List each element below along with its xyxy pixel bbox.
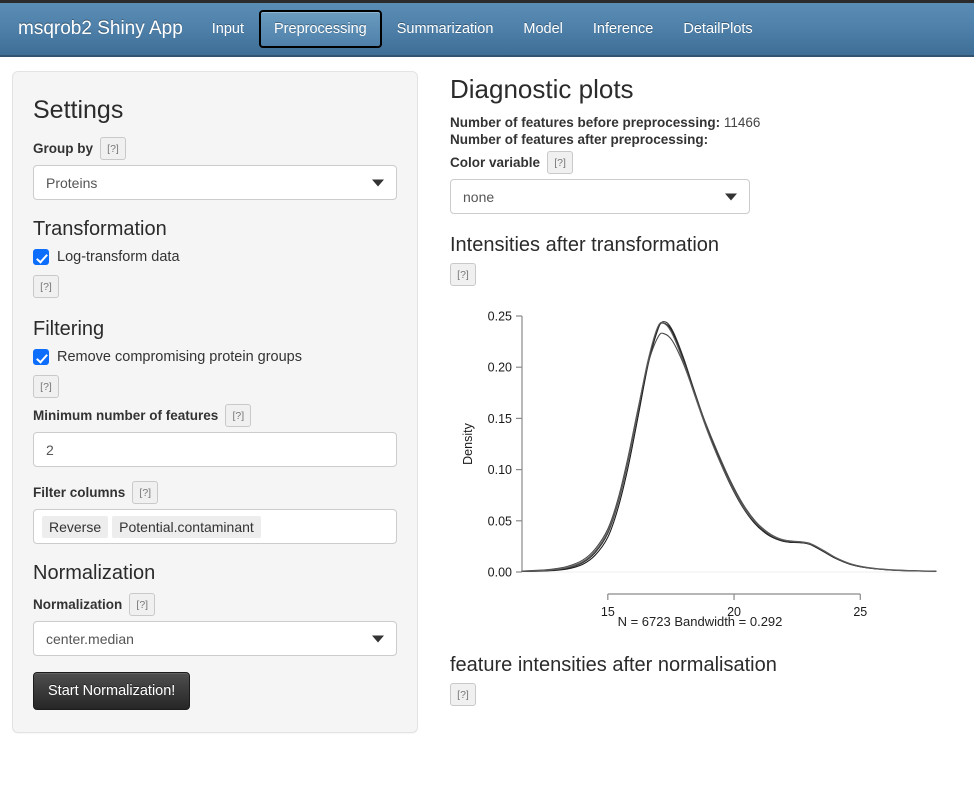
remove-compromising-row[interactable]: Remove compromising protein groups — [33, 349, 397, 365]
group-by-help-icon[interactable]: [?] — [100, 137, 126, 160]
min-features-help-icon[interactable]: [?] — [225, 404, 251, 427]
normalization-label-row: Normalization [?] — [33, 593, 397, 616]
nav-item-input[interactable]: Input — [197, 10, 259, 48]
color-variable-value: none — [463, 189, 494, 205]
page-body: Settings Group by [?] Proteins Transform… — [0, 57, 974, 733]
filter-columns-tag[interactable]: Reverse — [42, 516, 108, 538]
group-by-select[interactable]: Proteins — [33, 165, 397, 200]
log-transform-row[interactable]: Log-transform data — [33, 249, 397, 265]
svg-text:0.25: 0.25 — [488, 310, 512, 324]
start-normalization-button[interactable]: Start Normalization! — [33, 672, 190, 710]
filtering-help-icon[interactable]: [?] — [33, 375, 59, 398]
nav-item-model[interactable]: Model — [508, 10, 578, 48]
plot1-title: Intensities after transformation — [450, 234, 962, 257]
features-after-label: Number of features after preprocessing: — [450, 132, 708, 147]
transformation-help-icon[interactable]: [?] — [33, 275, 59, 298]
color-variable-select[interactable]: none — [450, 179, 750, 214]
filter-columns-label-row: Filter columns [?] — [33, 481, 397, 504]
filter-columns-label: Filter columns — [33, 485, 125, 500]
log-transform-label: Log-transform data — [57, 249, 180, 265]
normalization-label: Normalization — [33, 597, 122, 612]
min-features-value: 2 — [46, 442, 54, 458]
svg-text:0.20: 0.20 — [488, 361, 512, 375]
color-variable-label: Color variable — [450, 155, 540, 170]
app-brand: msqrob2 Shiny App — [0, 18, 197, 40]
page-title: Diagnostic plots — [450, 74, 962, 105]
nav-item-summarization[interactable]: Summarization — [382, 10, 509, 48]
plot1-help-icon[interactable]: [?] — [450, 263, 476, 286]
remove-compromising-checkbox[interactable] — [33, 349, 49, 365]
settings-title: Settings — [33, 96, 397, 125]
svg-text:0.10: 0.10 — [488, 463, 512, 477]
chevron-down-icon — [725, 193, 737, 200]
svg-text:0.15: 0.15 — [488, 412, 512, 426]
density-plot-svg: 0.000.050.100.150.200.25152025Density — [450, 302, 950, 632]
navbar: msqrob2 Shiny App Input Preprocessing Su… — [0, 0, 974, 57]
nav-item-detailplots[interactable]: DetailPlots — [668, 10, 767, 48]
filtering-heading: Filtering — [33, 318, 397, 341]
color-variable-label-row: Color variable [?] — [450, 151, 962, 174]
svg-text:0.00: 0.00 — [488, 566, 512, 580]
nav-items: Input Preprocessing Summarization Model … — [197, 3, 768, 55]
features-before-value: 11466 — [724, 115, 761, 130]
color-variable-help-icon[interactable]: [?] — [547, 151, 573, 174]
group-by-value: Proteins — [46, 175, 97, 191]
features-before-label: Number of features before preprocessing: — [450, 115, 720, 130]
normalization-select[interactable]: center.median — [33, 621, 397, 656]
plot2-title: feature intensities after normalisation — [450, 654, 962, 677]
nav-item-preprocessing[interactable]: Preprocessing — [259, 10, 382, 48]
svg-text:0.05: 0.05 — [488, 514, 512, 528]
nav-item-inference[interactable]: Inference — [578, 10, 668, 48]
plot2-help-icon[interactable]: [?] — [450, 683, 476, 706]
transformation-heading: Transformation — [33, 218, 397, 241]
chevron-down-icon — [372, 635, 384, 642]
normalization-value: center.median — [46, 631, 134, 647]
features-before-stat: Number of features before preprocessing:… — [450, 115, 962, 130]
density-plot: 0.000.050.100.150.200.25152025Density N … — [450, 302, 950, 632]
filter-columns-input[interactable]: Reverse Potential.contaminant — [33, 509, 397, 544]
density-plot-caption: N = 6723 Bandwidth = 0.292 — [450, 614, 950, 629]
filter-columns-tag[interactable]: Potential.contaminant — [112, 516, 261, 538]
normalization-heading: Normalization — [33, 562, 397, 585]
min-features-label-row: Minimum number of features [?] — [33, 404, 397, 427]
min-features-input[interactable]: 2 — [33, 432, 397, 467]
log-transform-checkbox[interactable] — [33, 249, 49, 265]
features-after-stat: Number of features after preprocessing: — [450, 132, 962, 147]
filter-columns-help-icon[interactable]: [?] — [132, 481, 158, 504]
group-by-label: Group by — [33, 141, 93, 156]
svg-text:Density: Density — [461, 422, 475, 464]
chevron-down-icon — [372, 179, 384, 186]
min-features-label: Minimum number of features — [33, 408, 218, 423]
diagnostic-plots-panel: Diagnostic plots Number of features befo… — [418, 71, 962, 706]
remove-compromising-label: Remove compromising protein groups — [57, 349, 302, 365]
group-by-label-row: Group by [?] — [33, 137, 397, 160]
settings-panel: Settings Group by [?] Proteins Transform… — [12, 71, 418, 733]
normalization-help-icon[interactable]: [?] — [129, 593, 155, 616]
